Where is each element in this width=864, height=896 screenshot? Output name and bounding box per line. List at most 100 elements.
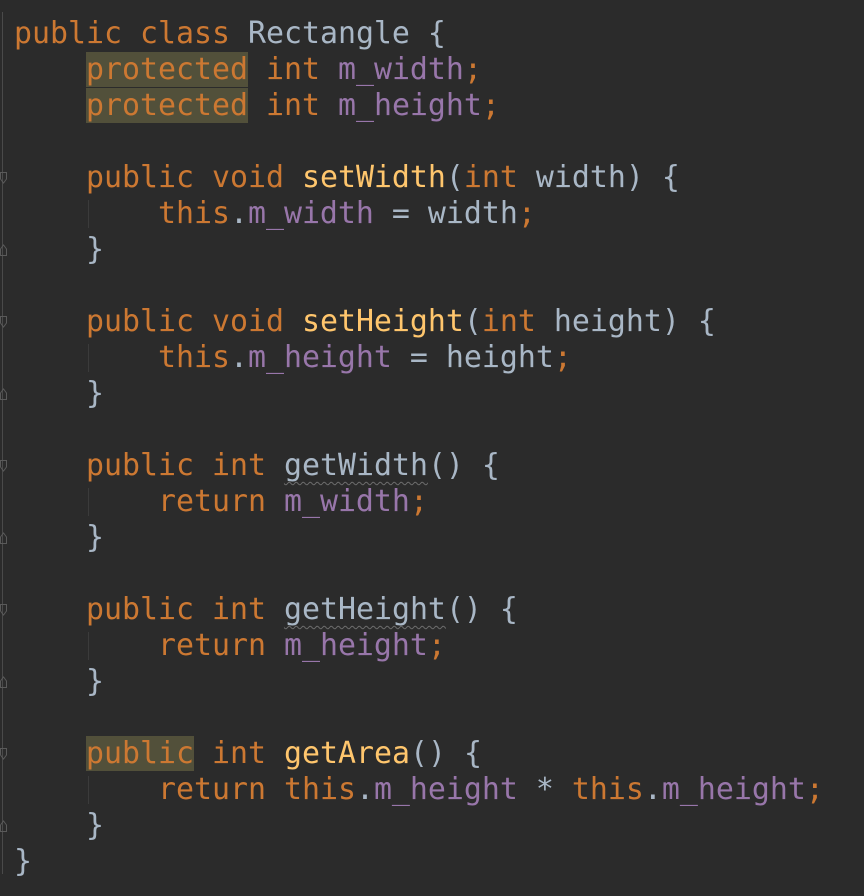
code-token: this (571, 772, 644, 807)
code-token: () { (427, 448, 500, 483)
code-token: public (85, 448, 194, 483)
code-line[interactable]: public void setHeight(int height) { (14, 304, 716, 340)
code-token: int (481, 304, 536, 339)
code-token: int (265, 52, 320, 87)
code-token: m_height (247, 340, 392, 375)
code-token: ; (481, 88, 500, 123)
code-token: public (85, 592, 194, 627)
code-token: int (265, 88, 320, 123)
code-token: ; (427, 628, 446, 663)
code-token: class (139, 16, 230, 51)
code-line[interactable]: return m_width; (14, 484, 428, 520)
code-token: int (211, 448, 266, 483)
code-line[interactable]: } (14, 664, 104, 700)
code-line[interactable]: public int getHeight() { (14, 592, 518, 628)
indent-guide (88, 488, 89, 516)
code-line[interactable]: } (14, 808, 104, 844)
code-line[interactable]: return this.m_height * this.m_height; (14, 772, 824, 808)
code-token: m_height (373, 772, 518, 807)
code-token: setHeight (301, 304, 464, 339)
code-token: m_height (661, 772, 806, 807)
code-token: m_height (283, 628, 428, 663)
code-line[interactable]: public int getArea() { (14, 736, 482, 772)
code-token: public (85, 736, 194, 771)
indent-guide (88, 632, 89, 660)
code-token: ; (463, 52, 482, 87)
code-line[interactable]: this.m_height = height; (14, 340, 572, 376)
indent-guide (88, 776, 89, 804)
code-token: this (157, 340, 230, 375)
code-line[interactable]: public int getWidth() { (14, 448, 500, 484)
code-token: ; (517, 196, 536, 231)
code-token: getWidth (283, 448, 428, 483)
code-line[interactable]: public class Rectangle { (14, 16, 446, 52)
code-token: } (85, 520, 104, 555)
code-token: . (229, 340, 248, 375)
code-area[interactable]: public class Rectangle { protected int m… (0, 0, 864, 896)
code-line[interactable]: } (14, 520, 104, 556)
code-token: } (85, 664, 104, 699)
code-token: protected (85, 52, 248, 87)
code-line[interactable]: protected int m_height; (14, 88, 500, 124)
code-token: . (355, 772, 374, 807)
code-line[interactable]: protected int m_width; (14, 52, 482, 88)
code-token: int (463, 160, 518, 195)
code-token: ( (463, 304, 482, 339)
code-token: this (157, 196, 230, 231)
code-token: () { (409, 736, 482, 771)
code-token: () { (445, 592, 518, 627)
code-token: ( (445, 160, 464, 195)
code-token: public (85, 304, 194, 339)
code-token: public (14, 16, 122, 51)
code-line[interactable]: } (14, 376, 104, 412)
code-line[interactable]: this.m_width = width; (14, 196, 536, 232)
code-token: * (517, 772, 572, 807)
code-token: } (85, 376, 104, 411)
code-token: ; (805, 772, 824, 807)
code-token: int (211, 736, 266, 771)
code-token: m_width (337, 52, 464, 87)
code-token: m_width (283, 484, 410, 519)
code-editor[interactable]: public class Rectangle { protected int m… (0, 0, 864, 896)
code-token: public (85, 160, 194, 195)
code-token: ; (409, 484, 428, 519)
indent-guide (88, 344, 89, 372)
code-token: . (643, 772, 662, 807)
code-token: height) { (535, 304, 716, 339)
code-token: m_height (337, 88, 482, 123)
code-token: return (157, 628, 266, 663)
code-line[interactable]: return m_height; (14, 628, 446, 664)
code-token: m_width (247, 196, 374, 231)
indent-guide (88, 200, 89, 228)
code-token: void (211, 160, 284, 195)
code-line[interactable]: } (14, 232, 104, 268)
code-token: return (157, 484, 266, 519)
code-token: getHeight (283, 592, 446, 627)
code-line[interactable]: public void setWidth(int width) { (14, 160, 680, 196)
code-token: } (14, 844, 32, 879)
code-line[interactable]: } (14, 844, 32, 880)
